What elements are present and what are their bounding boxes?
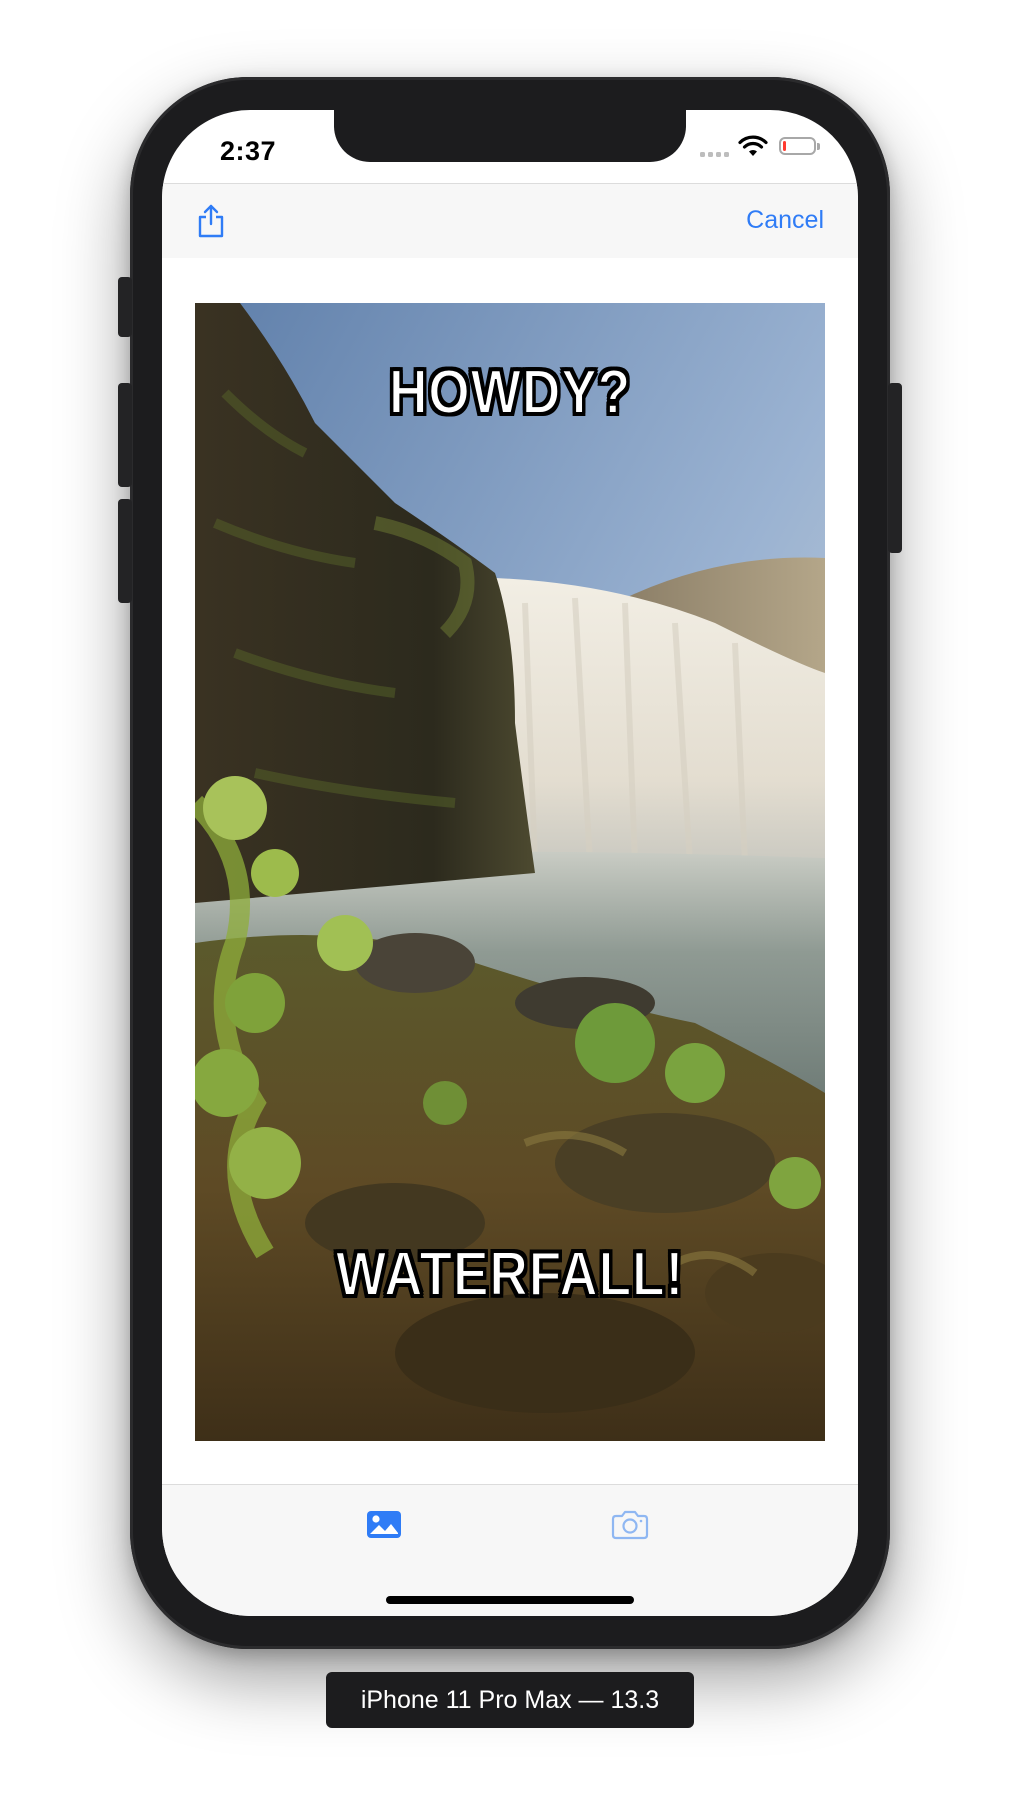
status-time: 2:37 <box>220 136 277 166</box>
meme-bottom-text[interactable]: WATERFALL! <box>239 1239 781 1310</box>
navigation-bar: Cancel <box>162 183 858 258</box>
volume-down-button <box>118 499 132 603</box>
device-label: iPhone 11 Pro Max — 13.3 <box>326 1672 694 1728</box>
battery-icon <box>779 137 820 155</box>
meme-top-text[interactable]: HOWDY? <box>239 357 781 428</box>
volume-up-button <box>118 383 132 487</box>
silent-switch <box>118 277 132 337</box>
home-indicator[interactable] <box>386 1596 634 1604</box>
meme-image: HOWDY? WATERFALL! <box>195 303 825 1441</box>
notch <box>334 110 686 162</box>
cellular-signal-icon <box>700 152 729 157</box>
power-button <box>888 383 902 553</box>
camera-icon[interactable] <box>610 1507 650 1541</box>
cancel-button[interactable]: Cancel <box>746 206 824 235</box>
photo-library-icon[interactable] <box>364 1507 404 1541</box>
screen: 2:37 Cancel HOWDY? WATERFALL! <box>162 110 858 1616</box>
share-icon[interactable] <box>196 204 226 238</box>
wifi-icon <box>738 135 768 156</box>
battery-level <box>783 141 786 151</box>
device-frame: 2:37 Cancel HOWDY? WATERFALL! <box>118 77 902 1649</box>
